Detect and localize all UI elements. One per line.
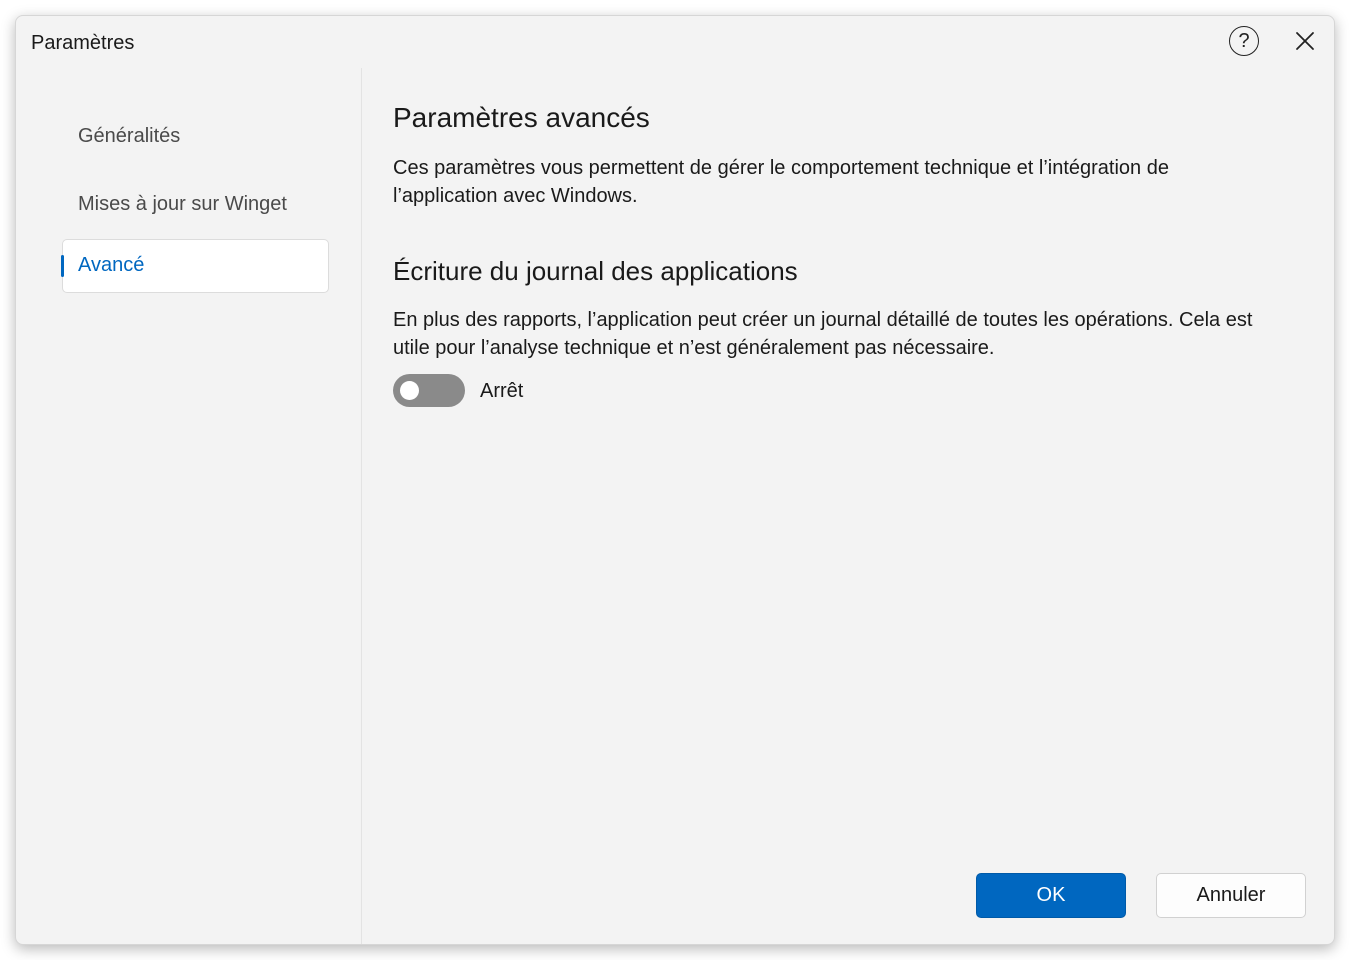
sidebar-item-label: Généralités [78, 125, 181, 147]
sidebar-item-general[interactable]: Généralités [62, 110, 329, 164]
toggle-state-label: Arrêt [480, 380, 524, 402]
ok-button[interactable]: OK [976, 873, 1126, 918]
sidebar-item-label: Mises à jour sur Winget [78, 193, 287, 215]
settings-sidebar: Généralités Mises à jour sur Winget Avan… [16, 68, 362, 944]
section-title: Écriture du journal des applications [393, 256, 798, 286]
window-title: Paramètres [31, 32, 135, 54]
settings-dialog: Paramètres ? Généralités Mises à jour su… [15, 15, 1335, 945]
sidebar-item-label: Avancé [78, 254, 145, 276]
section-description: En plus des rapports, l’application peut… [393, 309, 1253, 359]
logging-toggle-switch[interactable] [393, 374, 465, 407]
settings-content: Paramètres avancés Ces paramètres vous p… [393, 68, 1304, 944]
sidebar-item-advanced[interactable]: Avancé [61, 239, 329, 293]
title-bar: Paramètres ? [16, 16, 1334, 68]
selection-indicator [61, 255, 64, 277]
page-description: Ces paramètres vous permettent de gérer … [393, 157, 1169, 207]
close-icon[interactable] [1292, 28, 1318, 54]
help-icon[interactable]: ? [1229, 26, 1259, 56]
toggle-knob [400, 381, 419, 400]
page-title: Paramètres avancés [393, 102, 650, 133]
cancel-button[interactable]: Annuler [1156, 873, 1306, 918]
sidebar-item-winget-updates[interactable]: Mises à jour sur Winget [62, 178, 329, 232]
